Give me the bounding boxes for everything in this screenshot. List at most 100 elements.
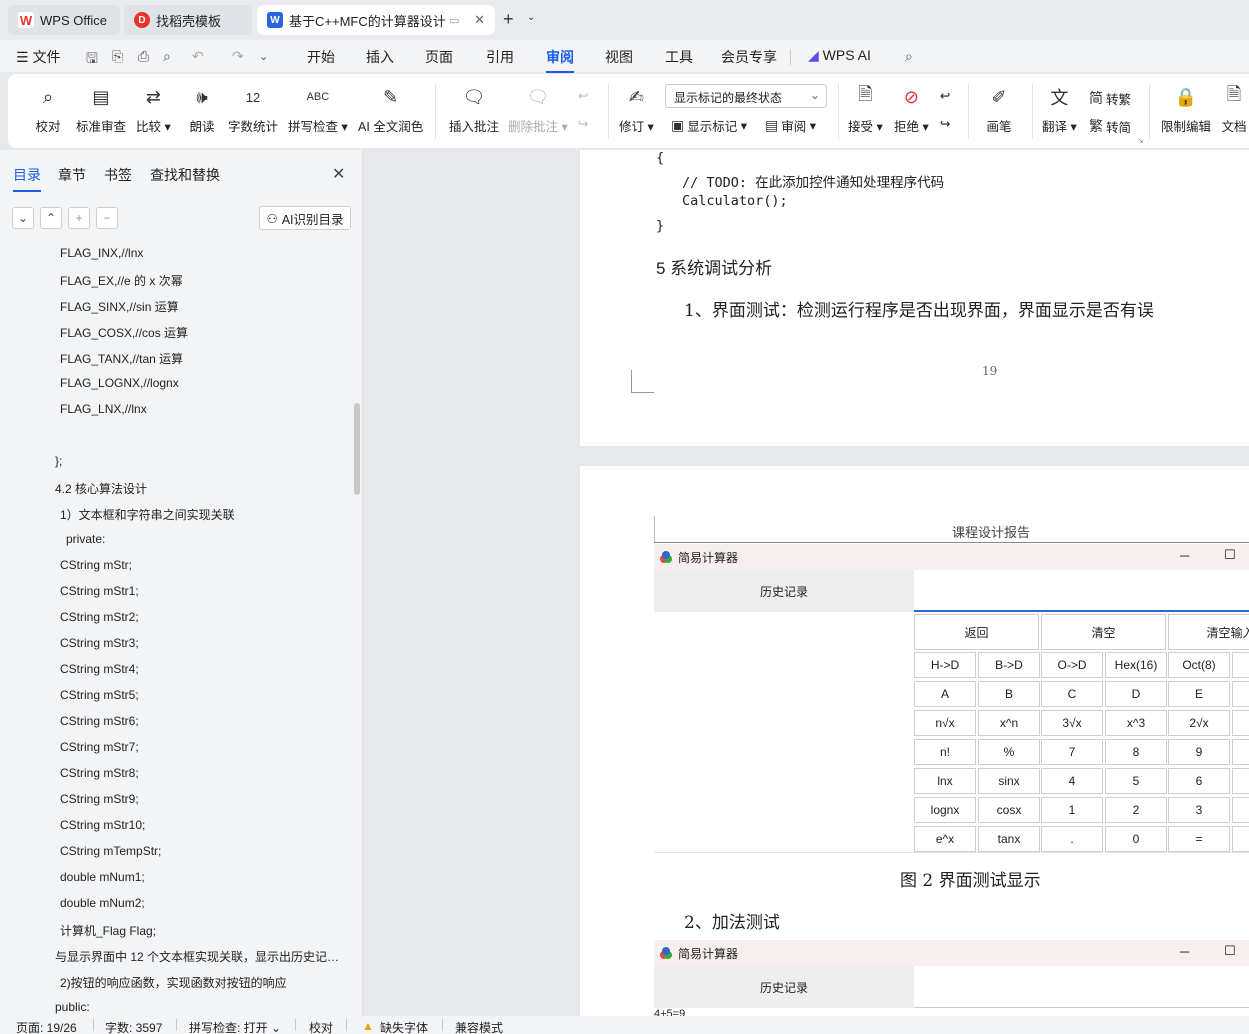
wps-ai-menu[interactable]: ◢ WPS AI [808, 47, 871, 64]
next-comment-icon[interactable]: ↪ [578, 116, 588, 131]
file-menu[interactable]: ☰ 文件 [16, 47, 60, 67]
toc-item[interactable]: FLAG_LNX,//lnx [60, 402, 343, 416]
toc-item[interactable]: CString mStr1; [60, 584, 343, 598]
menu-review[interactable]: 审阅 [546, 47, 574, 73]
toc-item[interactable]: CString mStr2; [60, 610, 343, 624]
proofread-status[interactable]: 校对 [309, 1019, 333, 1034]
tab-bookmarks[interactable]: 书签 [104, 165, 132, 185]
spell-check-status[interactable]: 拼写检查: 打开 ⌄ [189, 1019, 281, 1034]
word-count-button[interactable]: 12 字数统计 [228, 84, 278, 135]
redo-icon[interactable]: ↷ [232, 48, 244, 65]
save-icon[interactable]: 🖫 [86, 48, 98, 72]
compat-mode-status[interactable]: 兼容模式 [455, 1019, 503, 1034]
print-preview-icon[interactable]: ⌕ [163, 48, 171, 65]
toc-item[interactable]: CString mStr; [60, 558, 343, 572]
menu-home[interactable]: 开始 [307, 47, 335, 67]
toc-item[interactable]: FLAG_INX,//lnx [60, 246, 343, 260]
tab-docer-templates[interactable]: D 找稻壳模板 [124, 5, 252, 35]
pane-scrollbar[interactable] [354, 403, 360, 495]
tab-chapters[interactable]: 章节 [58, 165, 86, 185]
show-markup-button[interactable]: ▣ 显示标记 ▾ [671, 116, 747, 135]
remove-heading-icon[interactable]: − [96, 207, 118, 229]
track-changes-button[interactable]: ✍ 修订 ▾ [619, 84, 654, 135]
title-tab-bar: W WPS Office D 找稻壳模板 W 基于C++MFC的计算器设计 ▭ … [0, 0, 1249, 40]
toc-item[interactable]: CString mStr8; [60, 766, 343, 780]
pen-button[interactable]: ✐ 画笔 [985, 84, 1013, 135]
new-tab-plus-icon[interactable]: + [503, 9, 514, 30]
restrict-editing-button[interactable]: 🔒 限制编辑 [1161, 84, 1211, 135]
proofread-button[interactable]: ⌕ 校对 [34, 84, 62, 135]
restrict-editing-label: 限制编辑 [1161, 120, 1212, 134]
markup-display-dropdown[interactable]: 显示标记的最终状态 ⌄ [665, 84, 827, 108]
toc-item[interactable]: CString mStr3; [60, 636, 343, 650]
doc-permissions-button[interactable]: 🗎 文档 [1220, 84, 1248, 135]
next-change-icon[interactable]: ↪ [940, 116, 950, 131]
tab-list-chevron-icon[interactable]: ⌄ [527, 12, 535, 23]
toc-item[interactable]: 4.2 核心算法设计 [55, 480, 343, 497]
print-icon[interactable]: ⎙ [138, 48, 149, 65]
menu-tools[interactable]: 工具 [665, 47, 693, 67]
toc-item[interactable]: FLAG_LOGNX,//lognx [60, 376, 343, 390]
delete-comment-button[interactable]: 🗨 删除批注 ▾ [508, 84, 568, 135]
toc-item[interactable]: 计算机_Flag Flag; [60, 922, 343, 939]
reject-button[interactable]: ⊘ 拒绝 ▾ [894, 84, 929, 135]
page-indicator[interactable]: 页面: 19/26 [16, 1019, 77, 1034]
previous-comment-icon[interactable]: ↩ [578, 88, 588, 103]
undo-icon[interactable]: ↶ [192, 48, 204, 65]
menu-view[interactable]: 视图 [605, 47, 633, 67]
missing-font-status[interactable]: 缺失字体 [380, 1019, 428, 1034]
tab-find-replace[interactable]: 查找和替换 [150, 165, 220, 185]
menu-membership[interactable]: 会员专享 [721, 47, 777, 67]
toc-item[interactable]: 2)按钮的响应函数，实现函数对按钮的响应 [60, 974, 343, 991]
status-divider [442, 1019, 443, 1031]
previous-change-icon[interactable]: ↩ [940, 88, 950, 103]
collapse-up-icon[interactable]: ⌃ [40, 207, 62, 229]
read-aloud-button[interactable]: 🕪 朗读 [188, 84, 216, 135]
ai-toc-button[interactable]: ⚇ AI识别目录 [259, 206, 351, 230]
dialog-launcher-icon[interactable]: ↘ [1137, 136, 1144, 145]
toc-item[interactable]: CString mTempStr; [60, 844, 343, 858]
toc-item[interactable]: double mNum2; [60, 896, 343, 910]
to-simplified-button[interactable]: 繁转简 [1089, 116, 1131, 136]
menu-insert[interactable]: 插入 [366, 47, 394, 67]
ai-polish-button[interactable]: ✎ AI 全文润色 [358, 84, 423, 135]
toc-item[interactable]: FLAG_COSX,//cos 运算 [60, 324, 343, 341]
toc-item[interactable]: }; [55, 454, 343, 468]
expand-down-icon[interactable]: ⌄ [12, 207, 34, 229]
accept-button[interactable]: 🗎 接受 ▾ [848, 84, 883, 135]
toc-item[interactable]: 与显示界面中 12 个文本框实现关联，显示出历史记录与当前运算 [55, 948, 343, 965]
toc-item[interactable]: private: [66, 532, 343, 546]
standard-review-button[interactable]: ▤ 标准审查 [76, 84, 126, 135]
spell-check-button[interactable]: ABC 拼写检查 ▾ [288, 84, 348, 135]
insert-comment-button[interactable]: 🗨 插入批注 [449, 84, 499, 135]
search-icon[interactable]: ⌕ [905, 48, 913, 65]
toc-item[interactable]: CString mStr5; [60, 688, 343, 702]
add-heading-icon[interactable]: + [68, 207, 90, 229]
to-traditional-button[interactable]: 简转繁 [1089, 88, 1131, 108]
translate-button[interactable]: 文翻译 ▾ [1042, 84, 1077, 135]
toc-item[interactable]: CString mStr9; [60, 792, 343, 806]
menu-references[interactable]: 引用 [486, 47, 514, 67]
tab-wps-office[interactable]: W WPS Office [8, 5, 120, 35]
toc-item[interactable]: 1）文本框和字符串之间实现关联 [60, 506, 343, 523]
toc-item[interactable]: CString mStr6; [60, 714, 343, 728]
simplified-icon: 繁 [1089, 118, 1103, 134]
export-icon[interactable]: ⎘ [112, 48, 123, 65]
tab-toc[interactable]: 目录 [13, 165, 41, 192]
tab-document[interactable]: W 基于C++MFC的计算器设计 ▭ ✕ [257, 5, 495, 35]
menu-page[interactable]: 页面 [425, 47, 453, 67]
toc-item[interactable]: FLAG_SINX,//sin 运算 [60, 298, 343, 315]
close-pane-icon[interactable]: ✕ [332, 164, 345, 184]
toc-item[interactable]: CString mStr4; [60, 662, 343, 676]
compare-button[interactable]: ⇄ 比较 ▾ [136, 84, 171, 135]
word-count-indicator[interactable]: 字数: 3597 [105, 1019, 162, 1034]
toc-item[interactable]: FLAG_EX,//e 的 x 次幂 [60, 272, 343, 289]
toc-item[interactable]: double mNum1; [60, 870, 343, 884]
quick-access-chevron-icon[interactable]: ⌄ [259, 50, 268, 63]
toc-item[interactable]: CString mStr10; [60, 818, 343, 832]
toc-item[interactable]: CString mStr7; [60, 740, 343, 754]
toc-item[interactable]: public: [55, 1000, 343, 1014]
close-tab-icon[interactable]: ✕ [474, 12, 485, 28]
toc-item[interactable]: FLAG_TANX,//tan 运算 [60, 350, 343, 367]
review-pane-button[interactable]: ▤ 审阅 ▾ [765, 116, 816, 135]
